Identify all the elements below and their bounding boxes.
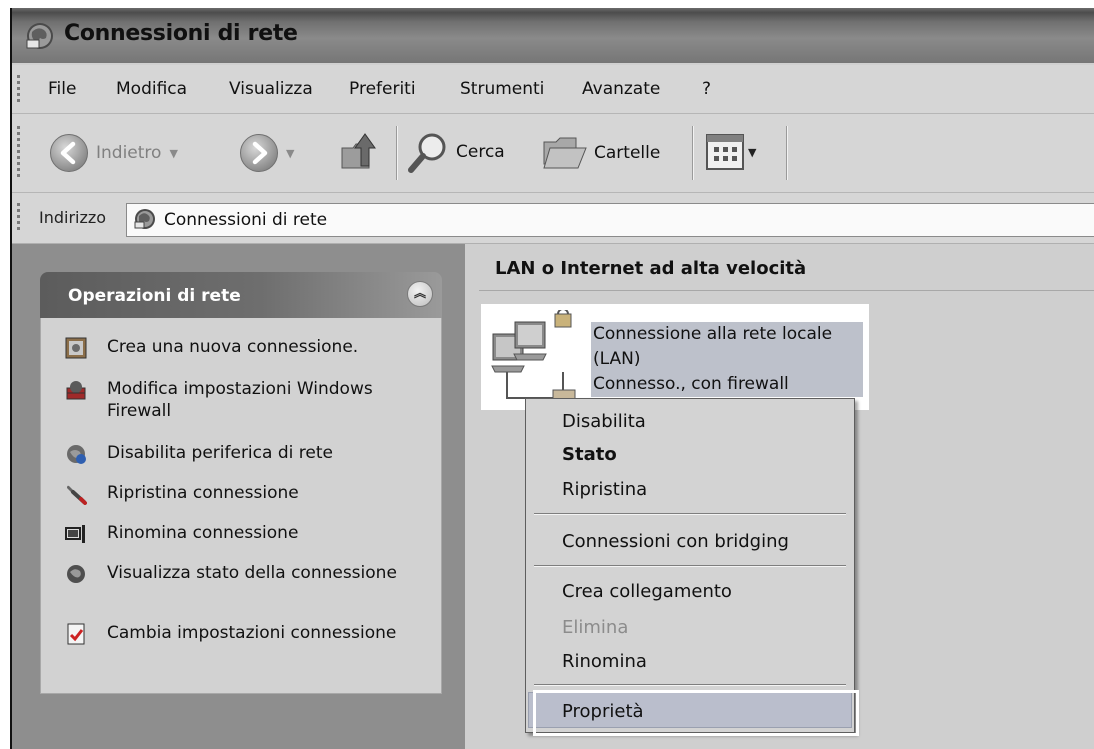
lan-connection-item[interactable]: Connessione alla rete locale (LAN) Conne… <box>481 304 869 410</box>
menubar-grip[interactable] <box>17 75 20 105</box>
menu-file[interactable]: File <box>48 79 76 99</box>
ctx-properties[interactable]: Proprietà <box>562 701 644 722</box>
back-dropdown-icon[interactable]: ▼ <box>169 147 177 160</box>
ctx-separator <box>534 513 846 515</box>
group-divider <box>479 290 1094 291</box>
menu-bar: File Modifica Visualizza Preferiti Strum… <box>12 65 1094 114</box>
group-title: LAN o Internet ad alta velocità <box>495 258 807 279</box>
ctx-create-shortcut[interactable]: Crea collegamento <box>562 581 732 602</box>
task-repair-connection[interactable]: Ripristina connessione <box>65 482 417 505</box>
connection-label: Connessione alla rete locale (LAN) Conne… <box>591 322 863 397</box>
ctx-disable[interactable]: Disabilita <box>562 411 646 432</box>
title-bar[interactable]: Connessioni di rete <box>12 8 1094 63</box>
network-tasks-header[interactable]: Operazioni di rete ︽ <box>40 272 442 318</box>
connection-name: Connessione alla rete locale <box>593 324 833 344</box>
menu-visualizza[interactable]: Visualizza <box>229 79 313 99</box>
new-connection-icon <box>65 337 87 359</box>
connection-name-suffix: (LAN) <box>593 349 641 369</box>
task-pane: Operazioni di rete ︽ Crea una nuova conn… <box>12 244 465 749</box>
address-value: Connessioni di rete <box>164 210 328 230</box>
task-windows-firewall[interactable]: Modifica impostazioni Windows Firewall <box>65 378 417 422</box>
search-label: Cerca <box>456 142 505 162</box>
folder-up-icon <box>341 133 376 169</box>
up-folder-button[interactable] <box>339 130 381 174</box>
ctx-separator <box>534 684 846 686</box>
folders-button[interactable]: Cartelle <box>542 134 660 172</box>
address-label: Indirizzo <box>39 208 107 227</box>
ctx-delete: Elimina <box>562 617 629 638</box>
toolbar-grip[interactable] <box>17 126 20 178</box>
network-globe-icon <box>26 23 53 49</box>
task-create-connection[interactable]: Crea una nuova connessione. <box>65 336 417 359</box>
menu-preferiti[interactable]: Preferiti <box>349 79 416 99</box>
wrench-icon <box>67 485 87 505</box>
context-menu: Disabilita Stato Ripristina Connessioni … <box>525 398 855 733</box>
task-label: Rinomina connessione <box>107 523 299 543</box>
status-globe-icon <box>67 565 85 583</box>
lan-connection-icon <box>491 310 576 405</box>
task-label: Crea una nuova connessione. <box>107 337 359 357</box>
connection-status: Connesso., con firewall <box>593 374 789 394</box>
task-view-status[interactable]: Visualizza stato della connessione <box>65 562 417 585</box>
task-label: Visualizza stato della connessione <box>107 563 397 583</box>
address-field[interactable]: Connessioni di rete <box>126 203 1094 237</box>
checklist-icon <box>67 623 85 645</box>
menu-avanzate[interactable]: Avanzate <box>582 79 660 99</box>
task-label: Disabilita periferica di rete <box>107 443 333 463</box>
network-disable-icon <box>67 445 86 464</box>
back-button[interactable]: Indietro ▼ <box>50 134 178 172</box>
network-tasks-list: Crea una nuova connessione. Modifica imp… <box>40 318 442 694</box>
ctx-rename[interactable]: Rinomina <box>562 651 647 672</box>
rename-icon <box>65 525 85 543</box>
menu-modifica[interactable]: Modifica <box>116 79 187 99</box>
task-rename-connection[interactable]: Rinomina connessione <box>65 522 417 545</box>
task-change-settings[interactable]: Cambia impostazioni connessione <box>65 622 417 645</box>
forward-arrow-icon <box>240 134 278 172</box>
task-label: Cambia impostazioni connessione <box>107 623 397 643</box>
views-grid-icon <box>706 134 744 170</box>
network-tasks-title: Operazioni di rete <box>68 286 241 306</box>
ctx-status[interactable]: Stato <box>562 444 617 465</box>
task-disable-device[interactable]: Disabilita periferica di rete <box>65 442 417 465</box>
back-arrow-icon <box>50 134 88 172</box>
addressbar-grip[interactable] <box>17 203 20 233</box>
ctx-separator <box>534 565 846 567</box>
folders-icon <box>543 137 587 169</box>
back-label: Indietro <box>96 143 162 163</box>
forward-dropdown-icon[interactable]: ▼ <box>286 147 294 160</box>
address-bar: Indirizzo Connessioni di rete <box>12 193 1094 244</box>
menu-help[interactable]: ? <box>702 79 711 99</box>
forward-button[interactable]: ▼ <box>240 134 294 172</box>
search-button[interactable]: Cerca <box>406 130 505 174</box>
collapse-chevron-icon[interactable]: ︽ <box>407 281 433 307</box>
standard-toolbar: Indietro ▼ ▼ Cerca Cartelle ▼ <box>12 114 1094 193</box>
ctx-bridge-connections[interactable]: Connessioni con bridging <box>562 531 789 552</box>
views-button[interactable]: ▼ <box>706 134 756 170</box>
folders-label: Cartelle <box>594 143 661 163</box>
menu-strumenti[interactable]: Strumenti <box>460 79 544 99</box>
task-label: Modifica impostazioni Windows Firewall <box>107 379 373 421</box>
window-title: Connessioni di rete <box>64 21 298 46</box>
ctx-repair[interactable]: Ripristina <box>562 479 647 500</box>
views-dropdown-icon[interactable]: ▼ <box>748 146 756 159</box>
network-globe-icon <box>134 209 155 229</box>
task-label: Ripristina connessione <box>107 483 299 503</box>
firewall-icon <box>66 381 86 400</box>
search-icon <box>408 133 446 173</box>
